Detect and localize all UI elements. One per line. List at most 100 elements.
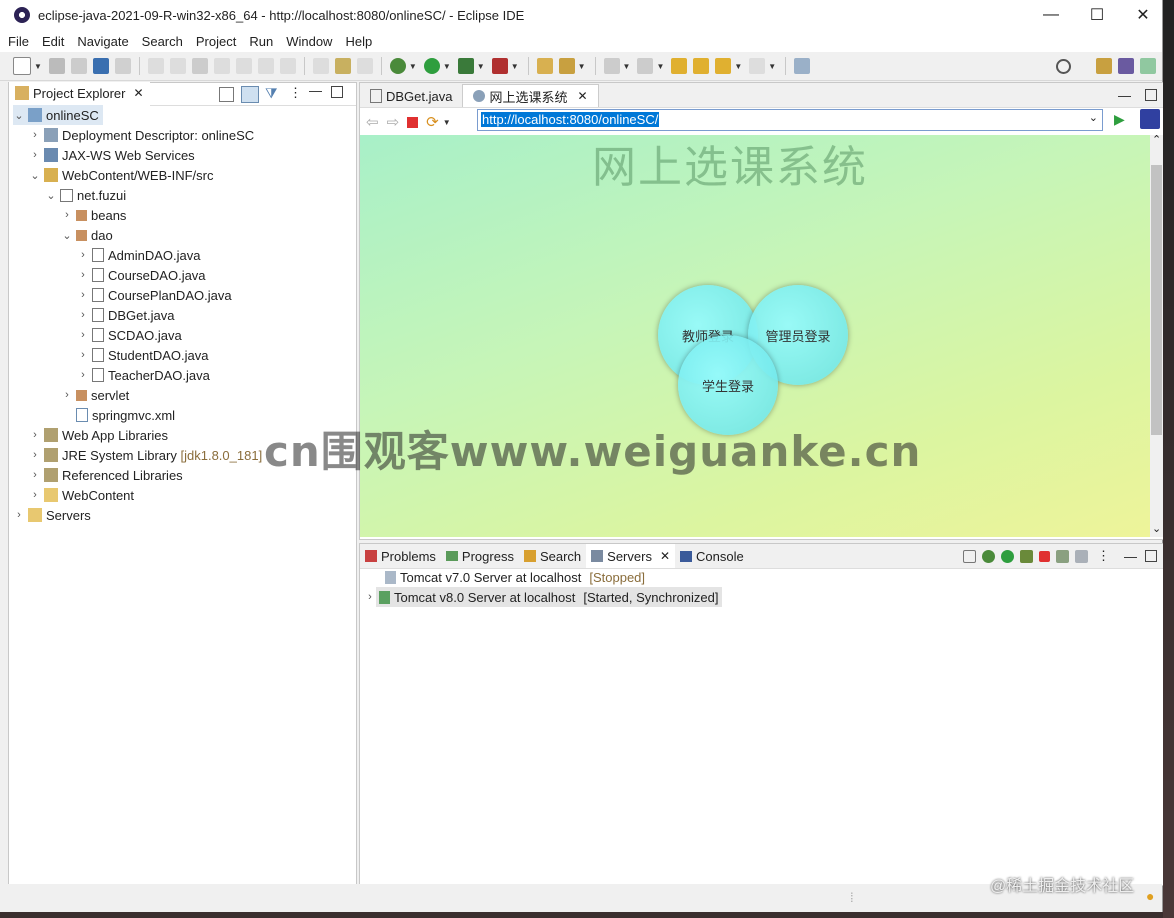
tab-progress[interactable]: Progress (441, 544, 519, 568)
tab-console[interactable]: Console (675, 544, 749, 568)
next-annotation-icon[interactable] (603, 58, 620, 74)
refresh-icon[interactable]: ⟳ (426, 113, 439, 131)
tree-item-web-app-libraries[interactable]: › Web App Libraries (29, 425, 168, 445)
chevron-right-icon[interactable]: › (29, 489, 41, 501)
menu-edit[interactable]: Edit (42, 34, 64, 49)
tree-item-onlinesc[interactable]: ⌄ onlineSC (13, 105, 103, 125)
debug-server-icon[interactable] (982, 549, 995, 563)
profile-server-icon[interactable] (1020, 549, 1033, 563)
tree-item-beans[interactable]: › beans (61, 205, 126, 225)
tree-item-webcontent-src[interactable]: ⌄ WebContent/WEB-INF/src (29, 165, 213, 185)
minimize-view-icon[interactable]: — (1118, 88, 1131, 103)
chevron-down-icon[interactable]: ⌄ (13, 109, 25, 122)
chevron-right-icon[interactable]: › (29, 149, 41, 161)
tree-item-webcontent[interactable]: › WebContent (29, 485, 134, 505)
tree-item-springmvc-xml[interactable]: springmvc.xml (61, 405, 175, 425)
tree-item-java-file[interactable]: › DBGet.java (77, 305, 174, 325)
debug-dropdown-icon[interactable]: ▼ (409, 62, 417, 71)
chevron-right-icon[interactable]: › (77, 349, 89, 361)
scrollbar-thumb[interactable] (1151, 165, 1162, 435)
publish-icon[interactable] (1056, 549, 1069, 563)
run-dropdown-icon[interactable]: ▼ (443, 62, 451, 71)
new-dropdown-icon[interactable]: ▼ (34, 62, 42, 71)
java-ee-perspective-icon[interactable] (1118, 58, 1134, 74)
tree-item-servlet[interactable]: › servlet (61, 385, 129, 405)
close-icon[interactable]: ✕ (133, 86, 143, 100)
menu-project[interactable]: Project (196, 34, 236, 49)
tree-item-servers[interactable]: › Servers (13, 505, 91, 525)
menu-file[interactable]: File (8, 34, 29, 49)
terminal-icon[interactable] (92, 58, 109, 74)
resume-icon[interactable] (147, 58, 164, 74)
chevron-down-icon[interactable]: ⌄ (29, 169, 41, 182)
tab-web-browser[interactable]: 网上选课系统 ✕ (462, 84, 599, 107)
minimize-view-icon[interactable]: — (1124, 549, 1137, 564)
close-icon[interactable]: ✕ (578, 89, 588, 103)
publish-clean-icon[interactable] (1075, 549, 1088, 563)
suspend-icon[interactable] (169, 58, 186, 74)
chevron-right-icon[interactable]: › (29, 469, 41, 481)
run-icon[interactable] (423, 58, 440, 74)
chevron-right-icon[interactable]: › (29, 449, 41, 461)
tab-project-explorer[interactable]: Project Explorer ✕ (9, 82, 150, 106)
open-external-browser-icon[interactable] (1140, 109, 1160, 129)
skip-breakpoints-icon[interactable] (114, 58, 131, 74)
pin-editor-icon[interactable] (693, 58, 710, 74)
start-server-icon[interactable] (1001, 549, 1014, 563)
tree-item-dao[interactable]: ⌄ dao (61, 225, 112, 245)
task-dropdown-icon[interactable]: ▼ (578, 62, 586, 71)
tree-item-jre-system-library[interactable]: › JRE System Library [jdk1.8.0_181] (29, 445, 262, 465)
maximize-view-icon[interactable] (1145, 550, 1157, 562)
minimize-button[interactable]: — (1028, 0, 1074, 30)
open-task-icon[interactable] (558, 58, 575, 74)
menu-help[interactable]: Help (345, 34, 372, 49)
use-step-filters-icon[interactable] (334, 58, 351, 74)
chevron-down-icon[interactable]: ⌄ (61, 229, 73, 242)
tree-item-java-file[interactable]: › StudentDAO.java (77, 345, 208, 365)
chevron-right-icon[interactable]: › (77, 369, 89, 381)
tree-item-deployment-descriptor[interactable]: › Deployment Descriptor: onlineSC (29, 125, 254, 145)
collapse-all-icon[interactable] (963, 549, 976, 563)
tree-item-jaxws[interactable]: › JAX-WS Web Services (29, 145, 195, 165)
filter-icon[interactable]: ⧩ (265, 85, 278, 102)
prev-annotation-icon[interactable] (637, 58, 654, 74)
tree-item-java-file[interactable]: › AdminDAO.java (77, 245, 200, 265)
forward-icon[interactable]: ⇨ (387, 113, 400, 131)
tree-item-java-file[interactable]: › CourseDAO.java (77, 265, 205, 285)
tree-item-java-file[interactable]: › TeacherDAO.java (77, 365, 210, 385)
scroll-up-icon[interactable]: ⌃ (1152, 133, 1161, 146)
edit-icon[interactable] (356, 58, 373, 74)
chevron-right-icon[interactable]: › (77, 249, 89, 261)
debug-icon[interactable] (389, 58, 406, 74)
tab-search[interactable]: Search (519, 544, 586, 568)
terminate-icon[interactable] (191, 58, 208, 74)
prev-annotation-dropdown-icon[interactable]: ▼ (656, 62, 664, 71)
search-icon[interactable] (1056, 58, 1071, 74)
coverage-dropdown-icon[interactable]: ▼ (477, 62, 485, 71)
maximize-view-icon[interactable] (1145, 89, 1157, 101)
server-row[interactable]: Tomcat v7.0 Server at localhost [Stopped… (382, 567, 645, 587)
tab-problems[interactable]: Problems (360, 544, 441, 568)
chevron-down-icon[interactable]: ⌄ (45, 189, 57, 202)
save-icon[interactable] (48, 58, 65, 74)
menu-run[interactable]: Run (249, 34, 273, 49)
stop-icon[interactable] (407, 116, 419, 128)
close-icon[interactable]: ✕ (660, 549, 670, 563)
link-with-editor-icon[interactable] (241, 86, 259, 103)
go-icon[interactable]: ▶ (1114, 111, 1125, 128)
server-row[interactable]: › Tomcat v8.0 Server at localhost [Start… (364, 587, 722, 607)
tree-item-net-fuzui[interactable]: ⌄ net.fuzui (45, 185, 126, 205)
chevron-right-icon[interactable]: › (29, 429, 41, 441)
debug-perspective-icon[interactable] (1140, 58, 1156, 74)
chevron-right-icon[interactable]: › (77, 269, 89, 281)
open-perspective-icon[interactable] (1096, 58, 1112, 74)
chevron-right-icon[interactable]: › (364, 591, 376, 603)
back-icon[interactable]: ⇦ (366, 113, 379, 131)
tab-dbget-java[interactable]: DBGet.java (360, 85, 462, 107)
external-tools-dropdown-icon[interactable]: ▼ (511, 62, 519, 71)
lightbulb-icon[interactable]: ● (1146, 888, 1154, 904)
back-dropdown-icon[interactable]: ▼ (734, 62, 742, 71)
chevron-right-icon[interactable]: › (29, 129, 41, 141)
view-menu-icon[interactable]: ⋮ (289, 85, 302, 101)
minimize-view-icon[interactable]: — (309, 83, 322, 98)
